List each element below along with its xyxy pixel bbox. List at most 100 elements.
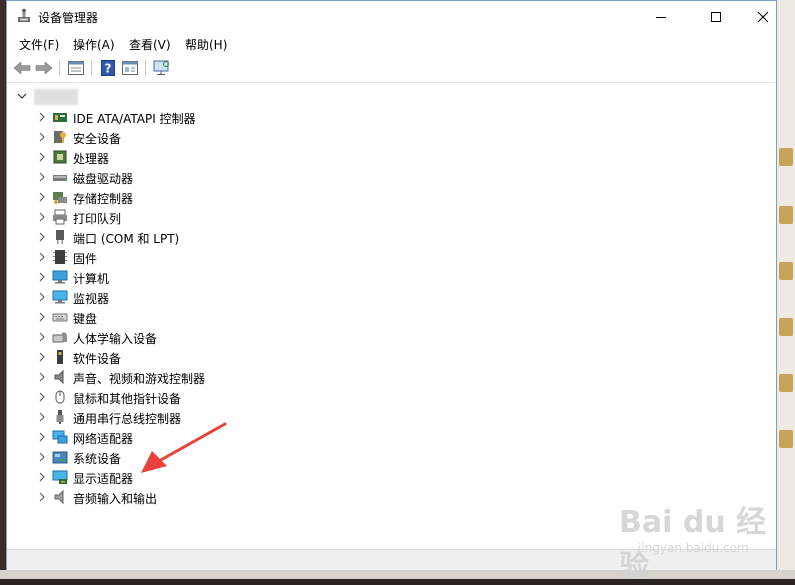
chevron-right-icon[interactable] [37,471,47,483]
menu-bar: 文件(F) 操作(A) 查看(V) 帮助(H) [7,32,776,54]
chevron-right-icon[interactable] [37,311,47,323]
menu-view[interactable]: 查看(V) [129,36,171,53]
close-button[interactable] [748,1,777,32]
scan-hardware-button[interactable] [151,58,173,78]
chevron-right-icon[interactable] [37,351,47,363]
chevron-right-icon[interactable] [37,371,47,383]
tree-item-label: 显示适配器 [73,472,134,486]
tree-item-software-device[interactable]: 软件设备 [7,347,407,367]
tree-item-disk-drive[interactable]: 磁盘驱动器 [7,167,407,187]
help-icon: ? [101,60,115,76]
tree-item-hid[interactable]: 人体学输入设备 [7,327,407,347]
properties-button[interactable] [65,58,87,78]
speaker-icon [54,369,64,385]
chevron-right-icon[interactable] [37,331,47,343]
system-device-icon [52,451,68,464]
tree-item-keyboard[interactable]: 键盘 [7,307,407,327]
minimize-button[interactable] [638,1,684,32]
tree-item-storage-controller[interactable]: 存储控制器 [7,187,407,207]
usb-icon [56,410,64,424]
show-hidden-button[interactable] [119,58,141,78]
tree-item-firmware[interactable]: 固件 [7,247,407,267]
chevron-right-icon[interactable] [37,111,47,123]
tree-root-computer[interactable] [7,87,307,107]
monitor-scan-icon [153,60,169,75]
device-manager-app-icon [18,8,30,22]
chevron-right-icon[interactable] [37,411,47,423]
chevron-right-icon[interactable] [37,291,47,303]
software-device-icon [57,350,63,364]
tree-item-label: 端口 (COM 和 LPT) [73,232,180,246]
tree-item-label: 计算机 [73,272,110,286]
tree-item-label: 存储控制器 [73,192,134,206]
toolbar-separator [59,60,60,76]
tree-item-label: 监视器 [73,292,110,306]
maximize-button[interactable] [693,1,739,32]
tree-item-label: 声音、视频和游戏控制器 [73,372,206,386]
tree-item-label: 鼠标和其他指针设备 [73,392,182,406]
menu-help[interactable]: 帮助(H) [185,36,227,53]
chevron-down-icon[interactable] [16,90,28,102]
tree-item-label: 系统设备 [73,452,122,466]
tree-item-monitor[interactable]: 监视器 [7,287,407,307]
help-button[interactable]: ? [97,58,119,78]
firmware-icon [53,250,67,264]
keyboard-icon [52,313,68,322]
chevron-right-icon[interactable] [37,231,47,243]
mouse-icon [55,390,65,404]
tree-item-label: 人体学输入设备 [73,332,158,346]
tree-item-label: 固件 [73,252,98,266]
tree-item-ide-controller[interactable]: IDE ATA/ATAPI 控制器 [7,107,407,127]
tree-item-mouse[interactable]: 鼠标和其他指针设备 [7,387,407,407]
tree-item-printer[interactable]: 打印队列 [7,207,407,227]
monitor-icon [52,290,68,304]
computer-icon [52,270,68,284]
show-hidden-icon [122,61,138,75]
close-icon [757,11,768,22]
device-tree: IDE ATA/ATAPI 控制器 安全设备 处理器磁盘驱动器存储控制器打印队列端口… [7,83,776,549]
hid-icon [52,332,67,343]
tree-item-label: IDE ATA/ATAPI 控制器 [73,112,196,126]
network-adapter-icon [52,430,68,444]
tree-item-security-key[interactable]: 安全设备 [7,127,407,147]
device-manager-window: 设备管理器 文件(F) 操作(A) 查看(V) 帮助(H) ? IDE ATA/… [6,0,777,584]
chevron-right-icon[interactable] [37,271,47,283]
title-bar[interactable]: 设备管理器 [7,1,776,32]
ide-controller-icon [53,113,67,122]
red-annotation-arrow-icon [141,422,227,473]
tree-item-computer[interactable]: 计算机 [7,267,407,287]
chevron-right-icon[interactable] [37,391,47,403]
minimize-icon [656,16,666,18]
display-adapter-icon [52,470,68,484]
tree-item-label: 键盘 [73,312,98,326]
forward-button[interactable] [33,58,55,78]
maximize-icon [711,11,721,22]
chevron-right-icon[interactable] [37,251,47,263]
desktop-background-right [777,0,795,579]
tree-item-label: 打印队列 [73,212,122,226]
toolbar-separator [145,60,146,76]
processor-icon [53,150,67,164]
menu-file[interactable]: 文件(F) [19,36,59,53]
chevron-right-icon[interactable] [37,211,47,223]
chevron-right-icon[interactable] [37,191,47,203]
svg-text:?: ? [105,62,112,76]
chevron-right-icon[interactable] [37,171,47,183]
chevron-right-icon[interactable] [37,131,47,143]
toolbar-separator [91,60,92,76]
tree-item-audio-io[interactable]: 音频输入和输出 [7,487,407,507]
tree-item-port[interactable]: 端口 (COM 和 LPT) [7,227,407,247]
baidu-watermark-url: jingyan.baidu.com [638,541,749,555]
chevron-right-icon[interactable] [37,491,47,503]
chevron-right-icon[interactable] [37,151,47,163]
tree-item-label: 磁盘驱动器 [73,172,134,186]
window-title: 设备管理器 [38,11,99,25]
chevron-right-icon[interactable] [37,431,47,443]
tree-item-label: 网络适配器 [73,432,134,446]
printer-icon [53,209,67,225]
tree-item-speaker[interactable]: 声音、视频和游戏控制器 [7,367,407,387]
menu-action[interactable]: 操作(A) [73,36,115,53]
tree-item-processor[interactable]: 处理器 [7,147,407,167]
chevron-right-icon[interactable] [37,451,47,463]
back-button[interactable] [11,58,33,78]
